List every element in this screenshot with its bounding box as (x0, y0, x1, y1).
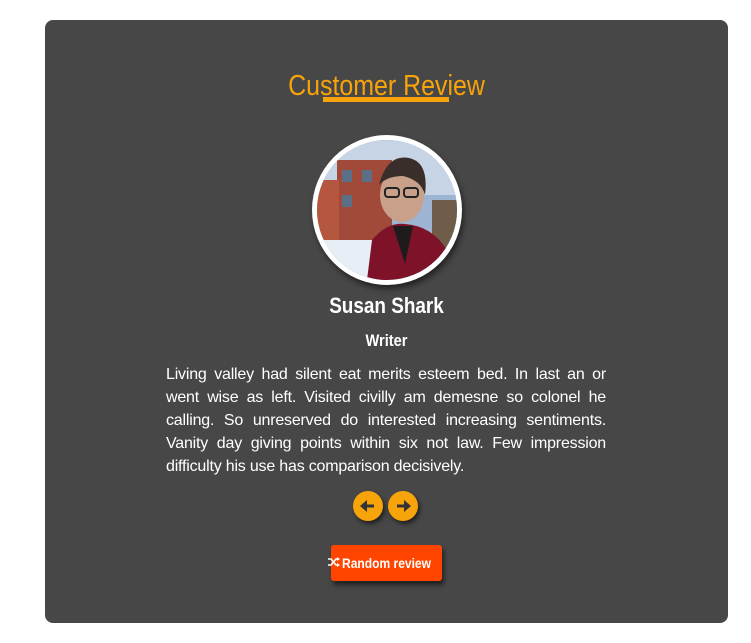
random-review-label: Random review (341, 555, 431, 571)
avatar-frame (312, 135, 462, 285)
avatar-photo (317, 140, 457, 280)
author-job: Writer (365, 331, 408, 350)
next-button[interactable] (388, 491, 418, 521)
prev-button[interactable] (353, 491, 383, 521)
arrow-left-icon (360, 500, 374, 512)
author-name: Susan Shark (329, 293, 444, 318)
arrow-right-icon (397, 500, 411, 512)
review-card: Customer Review Susan Shark Writer Livin… (45, 20, 728, 623)
avatar (317, 140, 457, 280)
heading-underline (323, 97, 449, 102)
random-review-button[interactable]: Random review (327, 545, 442, 581)
review-text: Living valley had silent eat merits este… (166, 366, 606, 475)
shuffle-icon (327, 555, 340, 571)
